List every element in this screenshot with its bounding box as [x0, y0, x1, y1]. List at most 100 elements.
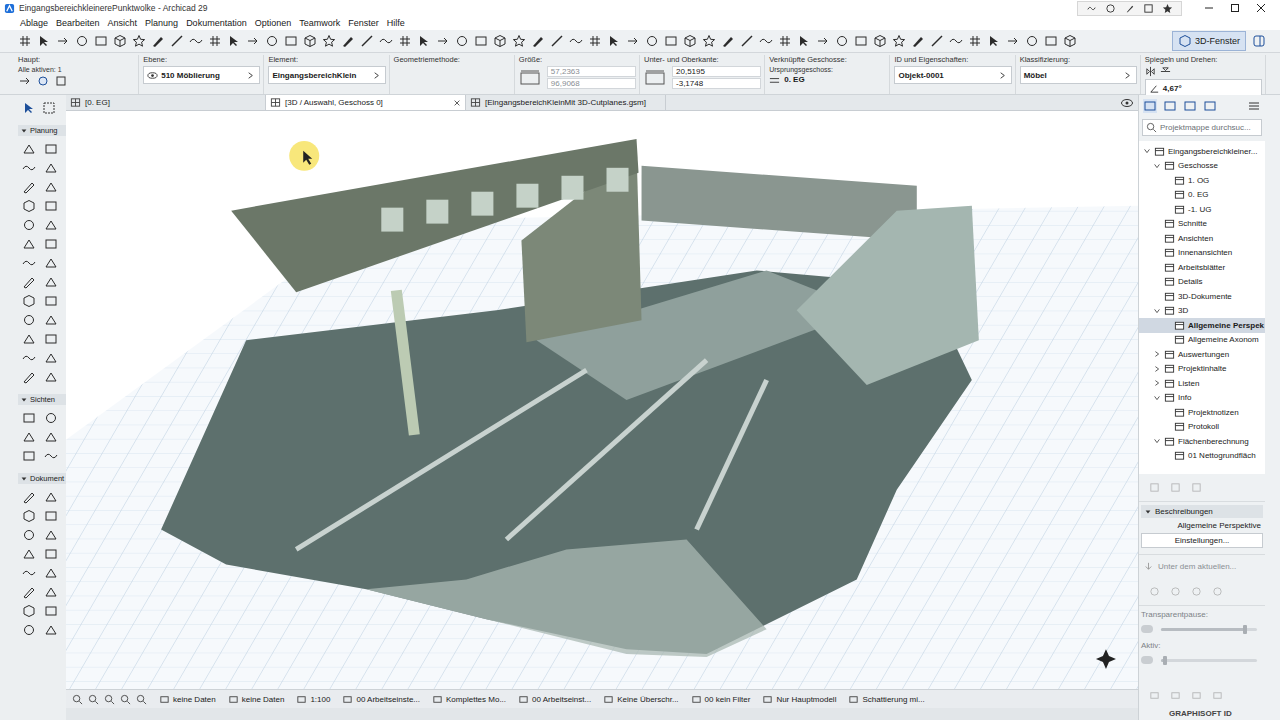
collapsed-arrow-icon[interactable]: [1153, 365, 1161, 373]
action-icon[interactable]: [1170, 482, 1181, 493]
menu-item[interactable]: Teamwork: [295, 18, 344, 28]
arrow-icon[interactable]: [44, 528, 58, 542]
pen-icon[interactable]: [1203, 99, 1217, 113]
wave-icon[interactable]: [22, 351, 36, 365]
3d-viewport[interactable]: [66, 111, 1138, 689]
wave-icon[interactable]: [1086, 3, 1097, 14]
tree-item[interactable]: Projektnotizen: [1139, 405, 1265, 420]
close-icon[interactable]: [1256, 3, 1266, 13]
star-icon[interactable]: [44, 180, 58, 194]
toolbox-header[interactable]: Sichten: [18, 394, 66, 405]
status-item[interactable]: Schattierung mi...: [848, 694, 924, 705]
menu-item[interactable]: Ablage: [16, 18, 52, 28]
tree-item[interactable]: 01 Nettogrundfläch: [1139, 449, 1265, 464]
line-icon[interactable]: [44, 256, 58, 270]
line-icon[interactable]: [44, 566, 58, 580]
arrow-icon[interactable]: [56, 34, 70, 48]
pen-icon[interactable]: [1124, 3, 1135, 14]
action-icon[interactable]: [1149, 586, 1160, 597]
rect-icon[interactable]: [1044, 34, 1058, 48]
star-icon[interactable]: [892, 34, 906, 48]
rect-icon[interactable]: [664, 34, 678, 48]
arrow-icon[interactable]: [626, 34, 640, 48]
status-item[interactable]: Keine Überschr...: [603, 694, 678, 705]
info-field[interactable]: 510 Möblierung: [143, 66, 260, 84]
tree-item[interactable]: Ansichten: [1139, 231, 1265, 246]
arrow-icon[interactable]: [22, 430, 36, 444]
rect-icon[interactable]: [474, 34, 488, 48]
action-icon[interactable]: [1212, 690, 1223, 701]
menu-icon[interactable]: [1247, 99, 1261, 113]
cursor-icon[interactable]: [44, 430, 58, 444]
grid-icon[interactable]: [1183, 99, 1197, 113]
pen-icon[interactable]: [911, 34, 925, 48]
tree-item[interactable]: Allgemeine Axonom: [1139, 333, 1265, 348]
circle-icon[interactable]: [22, 218, 36, 232]
tree-item[interactable]: Projektinhalte: [1139, 362, 1265, 377]
circle-icon[interactable]: [22, 528, 36, 542]
pen-icon[interactable]: [531, 34, 545, 48]
cursor-icon[interactable]: [22, 237, 36, 251]
slider-track[interactable]: [1161, 628, 1257, 631]
star-icon[interactable]: [702, 34, 716, 48]
grid-icon[interactable]: [778, 34, 792, 48]
wave-icon[interactable]: [189, 34, 203, 48]
panel-icon[interactable]: [1252, 34, 1266, 48]
wave-icon[interactable]: [22, 566, 36, 580]
info-value[interactable]: 57,2363: [547, 66, 636, 77]
arrow-icon[interactable]: [44, 623, 58, 637]
zoom-icon[interactable]: [88, 694, 99, 705]
cursor-icon[interactable]: [37, 34, 51, 48]
marquee-icon[interactable]: [42, 101, 56, 115]
tree-item[interactable]: Auswertungen: [1139, 347, 1265, 362]
view-tab[interactable]: [EingangsbereichKleinMit 3D-Cutplanes.gs…: [466, 95, 666, 110]
tree-item[interactable]: Listen: [1139, 376, 1265, 391]
circle-icon[interactable]: [265, 34, 279, 48]
tree-item[interactable]: 3D-Dokumente: [1139, 289, 1265, 304]
search-field[interactable]: Projektmappe durchsuc...: [1142, 119, 1262, 136]
zoom-icon[interactable]: [120, 694, 131, 705]
grid-icon[interactable]: [44, 547, 58, 561]
cube-icon[interactable]: [303, 34, 317, 48]
pen-icon[interactable]: [22, 370, 36, 384]
circle-icon[interactable]: [835, 34, 849, 48]
cube-icon[interactable]: [22, 509, 36, 523]
cube-icon[interactable]: [22, 199, 36, 213]
wave-icon[interactable]: [44, 449, 58, 463]
status-item[interactable]: 1:100: [296, 694, 330, 705]
grid-icon[interactable]: [22, 449, 36, 463]
cube-icon[interactable]: [873, 34, 887, 48]
save-under-row[interactable]: Unter dem aktuellen...: [1139, 555, 1265, 578]
tree-item[interactable]: Geschosse: [1139, 159, 1265, 174]
grid-icon[interactable]: [968, 34, 982, 48]
rotate-icon[interactable]: [36, 74, 50, 88]
view-tab[interactable]: [3D / Auswahl, Geschoss 0]: [266, 95, 466, 110]
cube-icon[interactable]: [493, 34, 507, 48]
status-item[interactable]: Nur Hauptmodell: [762, 694, 836, 705]
circle-icon[interactable]: [455, 34, 469, 48]
tree-item[interactable]: Innenansichten: [1139, 246, 1265, 261]
pen-icon[interactable]: [22, 180, 36, 194]
maximize-icon[interactable]: [1230, 3, 1240, 13]
line-icon[interactable]: [360, 34, 374, 48]
status-item[interactable]: keine Daten: [159, 694, 216, 705]
cube-icon[interactable]: [683, 34, 697, 48]
line-icon[interactable]: [170, 34, 184, 48]
pen-icon[interactable]: [22, 490, 36, 504]
view-tab[interactable]: [0. EG]: [66, 95, 266, 110]
wave-icon[interactable]: [949, 34, 963, 48]
cursor-icon[interactable]: [417, 34, 431, 48]
tree-item[interactable]: Info: [1139, 391, 1265, 406]
star-icon[interactable]: [44, 585, 58, 599]
menu-item[interactable]: Ansicht: [104, 18, 142, 28]
circle-icon[interactable]: [1105, 3, 1116, 14]
action-icon[interactable]: [1212, 586, 1223, 597]
rect-icon[interactable]: [44, 604, 58, 618]
star-icon[interactable]: [44, 275, 58, 289]
cursor-icon[interactable]: [22, 332, 36, 346]
rect-icon[interactable]: [854, 34, 868, 48]
grid-icon[interactable]: [208, 34, 222, 48]
cursor-icon[interactable]: [607, 34, 621, 48]
arrow-icon[interactable]: [1006, 34, 1020, 48]
wave-icon[interactable]: [569, 34, 583, 48]
